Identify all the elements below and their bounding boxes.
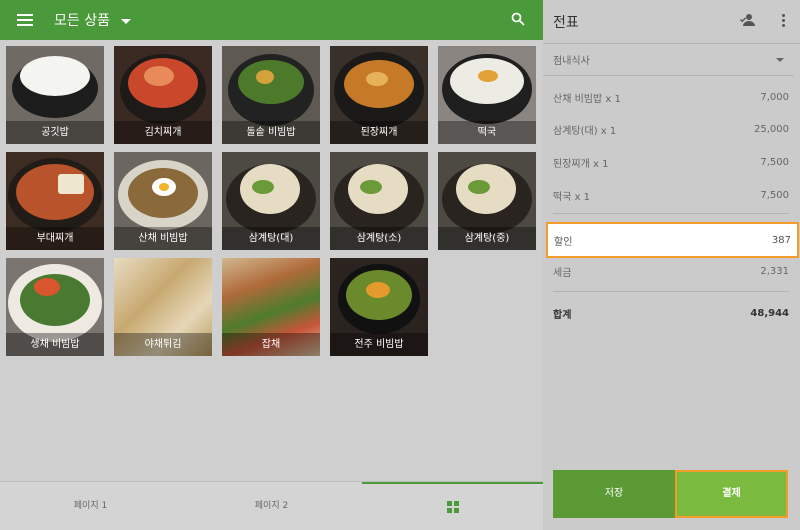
chevron-down-icon xyxy=(776,58,784,62)
receipt-line[interactable]: 된장찌개 x 1 7,500 xyxy=(553,154,789,170)
product-tile[interactable]: 잡채 xyxy=(222,258,320,356)
product-tile[interactable]: 떡국 xyxy=(438,46,536,144)
product-label: 부대찌개 xyxy=(6,227,104,250)
product-label: 삼계탕(소) xyxy=(330,227,428,250)
product-tile[interactable]: 공깃밥 xyxy=(6,46,104,144)
search-icon[interactable] xyxy=(511,12,525,26)
total-label: 합계 xyxy=(553,309,572,321)
app-bar: 모든 상품 xyxy=(0,0,543,40)
discount-row[interactable]: 할인 387 xyxy=(546,222,799,258)
product-tile[interactable]: 산채 비빔밥 xyxy=(114,152,212,250)
product-label: 잡채 xyxy=(222,333,320,356)
pay-button[interactable]: 결제 xyxy=(675,470,788,518)
add-customer-icon[interactable] xyxy=(740,13,756,27)
product-label: 삼계탕(중) xyxy=(438,227,536,250)
tax-label: 세금 xyxy=(553,267,572,279)
product-pane: 모든 상품 공깃밥 김치찌개 돌솥 비빔밥 된장찌개 떡국 부대찌개 산채 비빔… xyxy=(0,0,543,530)
product-label: 김치찌개 xyxy=(114,121,212,144)
product-label: 전주 비빔밥 xyxy=(330,333,428,356)
grid-icon xyxy=(446,501,459,513)
product-label: 돌솥 비빔밥 xyxy=(222,121,320,144)
receipt-header: 전표 xyxy=(543,0,800,43)
product-label: 공깃밥 xyxy=(6,121,104,144)
product-label: 생채 비빔밥 xyxy=(6,333,104,356)
tax-row: 세금 2,331 xyxy=(553,263,789,279)
tab-grid-view[interactable] xyxy=(362,482,543,530)
dining-option-value: 점내식사 xyxy=(553,56,590,67)
tax-divider xyxy=(553,291,789,292)
chevron-down-icon xyxy=(120,18,131,24)
line-item-name: 떡국 x 1 xyxy=(553,191,591,203)
receipt-line[interactable]: 떡국 x 1 7,500 xyxy=(553,187,789,203)
line-item-price: 7,500 xyxy=(760,189,789,201)
product-tile[interactable]: 돌솥 비빔밥 xyxy=(222,46,320,144)
product-label: 산채 비빔밥 xyxy=(114,227,212,250)
product-tile[interactable]: 전주 비빔밥 xyxy=(330,258,428,356)
product-tile[interactable]: 된장찌개 xyxy=(330,46,428,144)
product-label: 삼계탕(대) xyxy=(222,227,320,250)
product-tile[interactable]: 삼계탕(중) xyxy=(438,152,536,250)
product-tile[interactable]: 김치찌개 xyxy=(114,46,212,144)
line-item-name: 된장찌개 x 1 xyxy=(553,158,609,170)
line-item-price: 7,000 xyxy=(760,91,789,103)
items-divider xyxy=(553,213,789,214)
receipt-line[interactable]: 산채 비빔밥 x 1 7,000 xyxy=(553,89,789,105)
bottom-nav: 페이지 1 페이지 2 xyxy=(0,481,543,530)
receipt-pane: 전표 점내식사 산채 비빔밥 x 1 7,000 삼계탕(대) x 1 25,0… xyxy=(543,0,800,530)
line-item-name: 산채 비빔밥 x 1 xyxy=(553,93,621,105)
product-tile[interactable]: 삼계탕(대) xyxy=(222,152,320,250)
product-label: 떡국 xyxy=(438,121,536,144)
save-button[interactable]: 저장 xyxy=(553,470,675,518)
category-selector[interactable]: 모든 상품 xyxy=(54,10,131,30)
total-row: 합계 48,944 xyxy=(553,305,789,321)
line-item-price: 25,000 xyxy=(754,123,789,135)
product-label: 야채튀김 xyxy=(114,333,212,356)
product-tile[interactable]: 삼계탕(소) xyxy=(330,152,428,250)
product-tile[interactable]: 야채튀김 xyxy=(114,258,212,356)
product-tile[interactable]: 부대찌개 xyxy=(6,152,104,250)
tab-page-2[interactable]: 페이지 2 xyxy=(181,482,362,530)
discount-value: 387 xyxy=(771,234,791,246)
tax-value: 2,331 xyxy=(760,265,789,277)
menu-icon[interactable] xyxy=(17,14,33,26)
product-label: 된장찌개 xyxy=(330,121,428,144)
line-item-price: 7,500 xyxy=(760,156,789,168)
category-title: 모든 상품 xyxy=(54,13,110,29)
receipt-title: 전표 xyxy=(553,14,579,31)
receipt-line[interactable]: 삼계탕(대) x 1 25,000 xyxy=(553,121,789,137)
line-item-name: 삼계탕(대) x 1 xyxy=(553,125,617,137)
dining-option-select[interactable]: 점내식사 xyxy=(543,44,794,76)
tab-page-1[interactable]: 페이지 1 xyxy=(0,482,181,530)
product-tile[interactable]: 생채 비빔밥 xyxy=(6,258,104,356)
total-value: 48,944 xyxy=(750,307,789,319)
more-vert-icon[interactable] xyxy=(781,14,785,27)
discount-label: 할인 xyxy=(554,236,573,248)
